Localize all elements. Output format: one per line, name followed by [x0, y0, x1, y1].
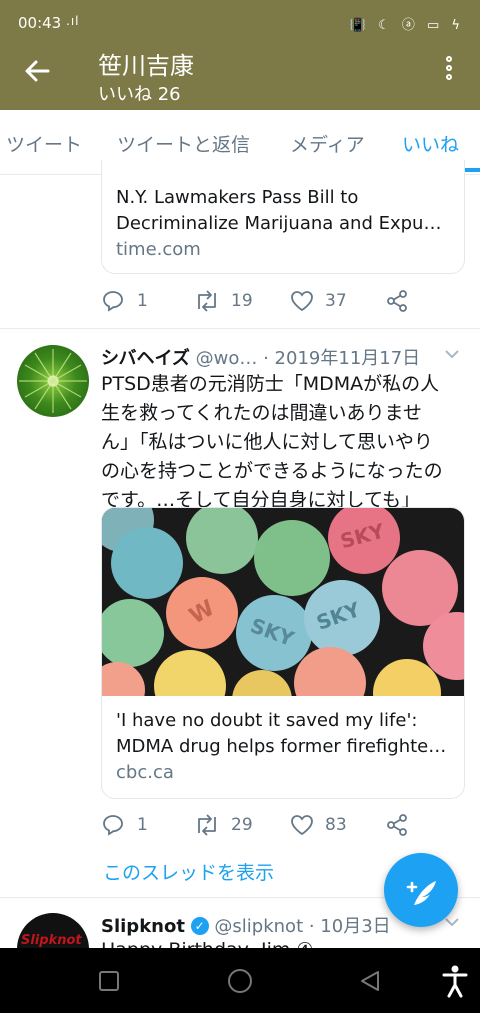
- tab-tweets-replies[interactable]: ツイートと返信: [117, 130, 250, 157]
- link-card-image: SKY SKY SKY W: [102, 508, 464, 696]
- like-count: 37: [325, 291, 347, 311]
- system-nav-bar: [0, 948, 480, 1013]
- like-button[interactable]: 83: [289, 813, 347, 842]
- tweet-text-line: の心を持つことができるようになったの: [101, 460, 443, 482]
- tweet-divider: [0, 328, 480, 329]
- share-icon: [387, 814, 407, 836]
- status-icons: 📳 ☾ ⓐ ▭ ϟ: [349, 18, 464, 33]
- tweet-header: Slipknot ✓ @slipknot · 10月3日: [101, 912, 391, 938]
- retweet-count: 29: [231, 815, 253, 835]
- reply-button[interactable]: 1: [101, 813, 148, 842]
- like-count: 83: [325, 815, 347, 835]
- verified-badge-icon: ✓: [190, 917, 209, 935]
- tweet-text-line: Happy Birthday, Jim ④: [101, 936, 471, 948]
- compose-feather-icon: [406, 881, 436, 905]
- tab-likes[interactable]: いいね: [402, 130, 459, 157]
- retweet-icon: [198, 290, 216, 312]
- tweet-text-line: ん」「私はついに他人に対して思いやり: [101, 431, 433, 453]
- compose-tweet-button[interactable]: [384, 853, 458, 927]
- retweet-button[interactable]: 29: [193, 813, 253, 842]
- heart-icon: [291, 291, 313, 312]
- link-card-title: N.Y. Lawmakers Pass Bill to: [116, 187, 359, 208]
- tab-media[interactable]: メディア: [290, 130, 365, 157]
- reply-icon: [103, 815, 123, 836]
- tweet-text: Happy Birthday, Jim ④: [101, 936, 471, 948]
- avatar[interactable]: [17, 345, 89, 417]
- retweet-button[interactable]: 19: [193, 289, 253, 318]
- tweet-header: シバヘイズ @wo… · 2019年11月17日: [101, 344, 420, 370]
- avatar-logo-text: Slipknot: [21, 933, 82, 948]
- link-card[interactable]: N.Y. Lawmakers Pass Bill to Decriminaliz…: [101, 160, 465, 274]
- share-button[interactable]: [385, 813, 409, 842]
- reply-icon: [103, 291, 123, 312]
- reply-button[interactable]: 1: [101, 289, 148, 318]
- tweet-date: · 10月3日: [303, 916, 391, 937]
- reply-count: 1: [137, 815, 148, 835]
- tab-tweets[interactable]: ツイート: [6, 130, 82, 157]
- author-name[interactable]: Slipknot: [101, 916, 185, 937]
- share-icon: [387, 290, 407, 312]
- like-button[interactable]: 37: [289, 289, 347, 318]
- link-card-title: 'I have no doubt it saved my life':: [116, 710, 418, 731]
- link-card-title-2: Decriminalize Marijuana and Expung…: [116, 213, 464, 234]
- more-options-icon[interactable]: [446, 56, 454, 83]
- tweet-date: · 2019年11月17日: [257, 348, 421, 369]
- author-name[interactable]: シバヘイズ: [101, 348, 190, 369]
- link-card-title-2: MDMA drug helps former firefighter …: [116, 736, 460, 757]
- accessibility-icon[interactable]: [440, 964, 470, 998]
- author-handle[interactable]: @slipknot: [214, 916, 303, 937]
- link-card-domain: cbc.ca: [116, 762, 174, 783]
- back-button[interactable]: [352, 962, 390, 1000]
- signal-icon: .ıl: [66, 14, 80, 28]
- chevron-down-icon[interactable]: [444, 348, 460, 364]
- link-card-domain: time.com: [116, 239, 201, 260]
- app-bar: 笹川吉康 いいね 26: [0, 44, 480, 110]
- tweet-actions: 1 29 83: [101, 813, 431, 837]
- page-subtitle: いいね 26: [98, 84, 181, 105]
- link-card[interactable]: SKY SKY SKY W 'I have no doubt it saved …: [101, 507, 465, 799]
- retweet-icon: [198, 814, 216, 836]
- tweet-text-line: PTSD患者の元消防士「MDMAが私の人: [101, 373, 440, 395]
- reply-count: 1: [137, 291, 148, 311]
- home-button[interactable]: [220, 962, 260, 1000]
- author-handle[interactable]: @wo…: [196, 348, 258, 369]
- tweet-actions: 1 19 37: [101, 289, 431, 313]
- status-time: 00:43: [18, 14, 62, 32]
- recents-button[interactable]: [90, 962, 128, 1000]
- tweet-text: PTSD患者の元消防士「MDMAが私の人 生を救ってくれたのは間違いありませ ん…: [101, 370, 471, 515]
- show-thread-link[interactable]: このスレッドを表示: [103, 858, 274, 885]
- back-arrow-icon[interactable]: [22, 56, 52, 92]
- tweet-text-line: 生を救ってくれたのは間違いありませ: [101, 402, 422, 424]
- page-title: 笹川吉康: [98, 52, 194, 80]
- heart-icon: [291, 815, 313, 836]
- status-bar: 00:43 .ıl 📳 ☾ ⓐ ▭ ϟ: [0, 0, 480, 44]
- share-button[interactable]: [385, 289, 409, 318]
- retweet-count: 19: [231, 291, 253, 311]
